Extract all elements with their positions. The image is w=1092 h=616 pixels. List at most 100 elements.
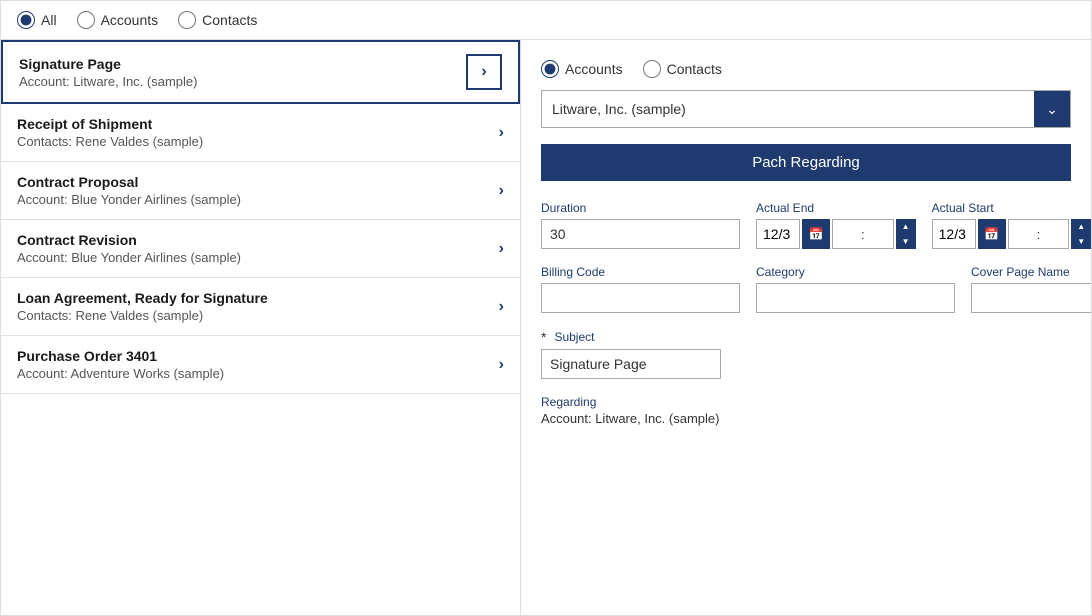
duration-field-group: Duration bbox=[541, 201, 740, 249]
radio-item-all[interactable]: All bbox=[17, 11, 57, 29]
radio-all[interactable] bbox=[17, 11, 35, 29]
cover-page-name-field-group: Cover Page Name bbox=[971, 265, 1091, 313]
list-item-subtitle: Account: Adventure Works (sample) bbox=[17, 366, 499, 381]
actual-end-time-input[interactable] bbox=[833, 225, 861, 244]
list-item-title: Contract Proposal bbox=[17, 174, 499, 190]
actual-end-date-row: 📅 : ▲ ▼ bbox=[756, 219, 916, 249]
actual-start-calendar-button[interactable]: 📅 bbox=[978, 219, 1006, 249]
chevron-right-icon: › bbox=[499, 182, 504, 200]
actual-end-time-down-button[interactable]: ▼ bbox=[896, 234, 916, 249]
fields-grid-row1: Duration Actual End 📅 : bbox=[541, 201, 1071, 249]
dropdown-chevron-button[interactable]: ⌄ bbox=[1034, 91, 1070, 127]
list-item-subtitle: Account: Blue Yonder Airlines (sample) bbox=[17, 192, 499, 207]
list-item-subtitle: Account: Blue Yonder Airlines (sample) bbox=[17, 250, 499, 265]
actual-start-label: Actual Start bbox=[932, 201, 1091, 215]
list-item[interactable]: Signature Page Account: Litware, Inc. (s… bbox=[1, 40, 520, 104]
chevron-right-icon: › bbox=[481, 63, 486, 81]
account-dropdown-input[interactable] bbox=[542, 93, 1034, 125]
radio-item-accounts[interactable]: Accounts bbox=[77, 11, 159, 29]
chevron-right-icon: › bbox=[499, 298, 504, 316]
subject-input[interactable] bbox=[541, 349, 721, 379]
radio-accounts-label: Accounts bbox=[101, 12, 159, 28]
actual-end-calendar-button[interactable]: 📅 bbox=[802, 219, 830, 249]
list-item-content: Contract Proposal Account: Blue Yonder A… bbox=[17, 174, 499, 207]
account-dropdown[interactable]: ⌄ bbox=[541, 90, 1071, 128]
list-item-content: Purchase Order 3401 Account: Adventure W… bbox=[17, 348, 499, 381]
list-item-content: Receipt of Shipment Contacts: Rene Valde… bbox=[17, 116, 499, 149]
category-label: Category bbox=[756, 265, 955, 279]
actual-end-time-input2[interactable] bbox=[865, 225, 893, 244]
actual-start-date-row: 📅 : ▲ ▼ bbox=[932, 219, 1091, 249]
duration-label: Duration bbox=[541, 201, 740, 215]
radio-contacts-label: Contacts bbox=[202, 12, 257, 28]
calendar-icon: 📅 bbox=[984, 227, 999, 241]
actual-start-time-input2[interactable] bbox=[1040, 225, 1068, 244]
calendar-icon: 📅 bbox=[809, 227, 824, 241]
actual-start-time-up-button[interactable]: ▲ bbox=[1071, 219, 1091, 234]
subject-label: Subject bbox=[554, 330, 594, 344]
radio-item-contacts-right[interactable]: Contacts bbox=[643, 60, 722, 78]
actual-end-time-group: : bbox=[832, 219, 894, 249]
actual-start-time-input[interactable] bbox=[1009, 225, 1037, 244]
list-item-title: Signature Page bbox=[19, 56, 466, 72]
billing-code-input[interactable] bbox=[541, 283, 740, 313]
list-item[interactable]: Loan Agreement, Ready for Signature Cont… bbox=[1, 278, 520, 336]
actual-end-time-up-button[interactable]: ▲ bbox=[896, 219, 916, 234]
list-item-subtitle: Contacts: Rene Valdes (sample) bbox=[17, 134, 499, 149]
list-item-title: Loan Agreement, Ready for Signature bbox=[17, 290, 499, 306]
content-area: Signature Page Account: Litware, Inc. (s… bbox=[1, 40, 1091, 615]
radio-item-contacts[interactable]: Contacts bbox=[178, 11, 257, 29]
radio-accounts-right-label: Accounts bbox=[565, 61, 623, 77]
radio-accounts[interactable] bbox=[77, 11, 95, 29]
right-radio-group: Accounts Contacts bbox=[541, 60, 1071, 78]
list-item-subtitle: Account: Litware, Inc. (sample) bbox=[19, 74, 466, 89]
list-item-title: Purchase Order 3401 bbox=[17, 348, 499, 364]
regarding-section: Regarding Account: Litware, Inc. (sample… bbox=[541, 395, 1071, 426]
category-input[interactable] bbox=[756, 283, 955, 313]
radio-contacts[interactable] bbox=[178, 11, 196, 29]
radio-accounts-right[interactable] bbox=[541, 60, 559, 78]
top-filter-radio-group: All Accounts Contacts bbox=[17, 11, 257, 29]
billing-code-field-group: Billing Code bbox=[541, 265, 740, 313]
radio-contacts-right-label: Contacts bbox=[667, 61, 722, 77]
list-item[interactable]: Purchase Order 3401 Account: Adventure W… bbox=[1, 336, 520, 394]
actual-start-time-down-button[interactable]: ▼ bbox=[1071, 234, 1091, 249]
list-item-title: Receipt of Shipment bbox=[17, 116, 499, 132]
required-star: * bbox=[541, 329, 546, 345]
radio-all-label: All bbox=[41, 12, 57, 28]
actual-start-date-input[interactable] bbox=[932, 219, 976, 249]
list-item-chevron-button[interactable]: › bbox=[466, 54, 502, 90]
actual-end-time-spin: ▲ ▼ bbox=[896, 219, 916, 249]
patch-regarding-button[interactable]: Pach Regarding bbox=[541, 144, 1071, 181]
actual-start-field-group: Actual Start 📅 : ▲ ▼ bbox=[932, 201, 1091, 249]
list-item-title: Contract Revision bbox=[17, 232, 499, 248]
list-item[interactable]: Receipt of Shipment Contacts: Rene Valde… bbox=[1, 104, 520, 162]
actual-end-date-input[interactable] bbox=[756, 219, 800, 249]
cover-page-name-input[interactable] bbox=[971, 283, 1091, 313]
fields-grid-row2: Billing Code Category Cover Page Name bbox=[541, 265, 1071, 313]
list-item-content: Signature Page Account: Litware, Inc. (s… bbox=[19, 56, 466, 89]
left-panel: Signature Page Account: Litware, Inc. (s… bbox=[1, 40, 521, 615]
regarding-label: Regarding bbox=[541, 395, 1071, 409]
category-field-group: Category bbox=[756, 265, 955, 313]
top-bar: All Accounts Contacts bbox=[1, 1, 1091, 40]
chevron-right-icon: › bbox=[499, 240, 504, 258]
list-item-content: Loan Agreement, Ready for Signature Cont… bbox=[17, 290, 499, 323]
chevron-right-icon: › bbox=[499, 124, 504, 142]
list-item[interactable]: Contract Proposal Account: Blue Yonder A… bbox=[1, 162, 520, 220]
regarding-value: Account: Litware, Inc. (sample) bbox=[541, 411, 1071, 426]
cover-page-name-label: Cover Page Name bbox=[971, 265, 1091, 279]
chevron-right-icon: › bbox=[499, 356, 504, 374]
main-container: All Accounts Contacts Signature Page Acc… bbox=[0, 0, 1092, 616]
radio-contacts-right[interactable] bbox=[643, 60, 661, 78]
actual-end-label: Actual End bbox=[756, 201, 916, 215]
right-panel: Accounts Contacts ⌄ Pach Regarding bbox=[521, 40, 1091, 615]
list-item-content: Contract Revision Account: Blue Yonder A… bbox=[17, 232, 499, 265]
actual-start-time-spin: ▲ ▼ bbox=[1071, 219, 1091, 249]
billing-code-label: Billing Code bbox=[541, 265, 740, 279]
list-item-subtitle: Contacts: Rene Valdes (sample) bbox=[17, 308, 499, 323]
list-item[interactable]: Contract Revision Account: Blue Yonder A… bbox=[1, 220, 520, 278]
subject-row: * Subject bbox=[541, 329, 1071, 379]
radio-item-accounts-right[interactable]: Accounts bbox=[541, 60, 623, 78]
duration-input[interactable] bbox=[541, 219, 740, 249]
